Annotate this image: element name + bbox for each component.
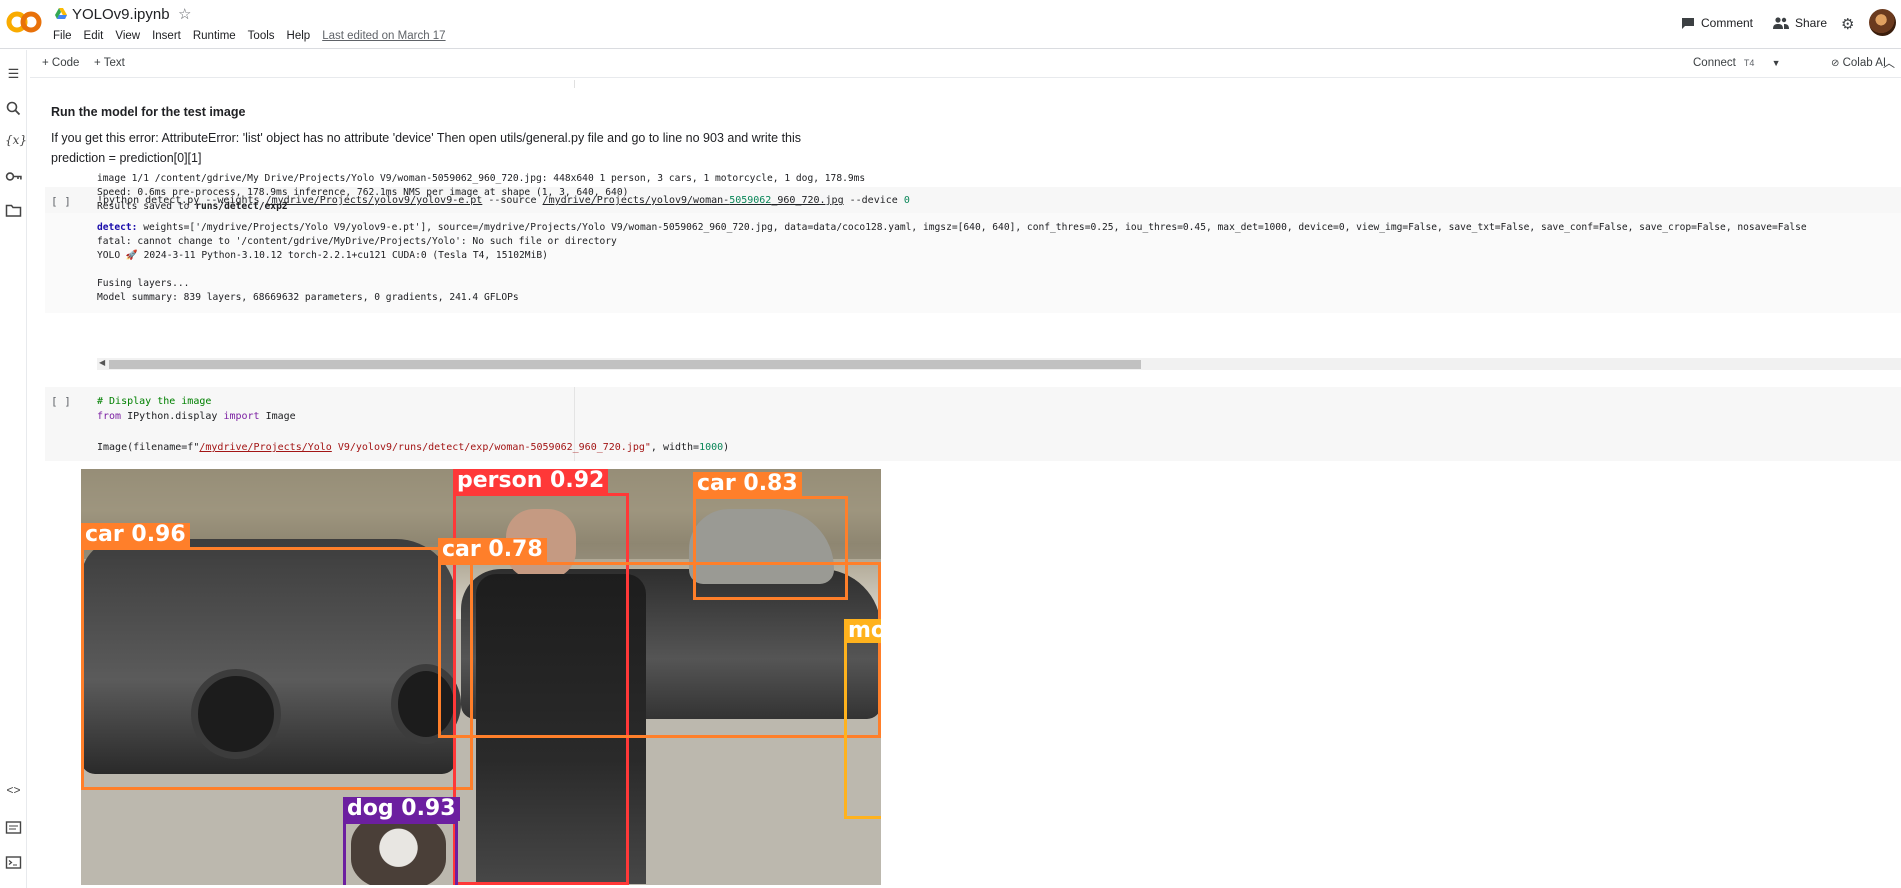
menu-tools[interactable]: Tools: [248, 30, 275, 42]
code-line-image-call[interactable]: Image(filename=f"/mydrive/Projects/Yolo …: [97, 442, 729, 453]
menu-insert[interactable]: Insert: [152, 30, 181, 42]
menu-view[interactable]: View: [115, 30, 140, 42]
label-car-far: car 0.83: [693, 472, 802, 496]
menu-file[interactable]: File: [53, 30, 72, 42]
connect-label: Connect: [1693, 57, 1736, 69]
cell-output-detect: detect: weights=['/mydrive/Projects/Yolo…: [45, 213, 1901, 313]
cell-divider: [574, 80, 575, 88]
drive-icon: [55, 8, 67, 19]
bbox-dog: [343, 821, 458, 885]
run-cell-button[interactable]: [ ]: [51, 195, 71, 208]
runtime-type: T4: [1743, 58, 1755, 68]
menu-runtime[interactable]: Runtime: [193, 30, 236, 42]
colab-ai-button[interactable]: ⊘ Colab AI: [1831, 57, 1886, 69]
code-line-import[interactable]: from IPython.display import Image: [97, 411, 296, 422]
colab-logo-icon[interactable]: [6, 10, 42, 34]
menu-bar: File Edit View Insert Runtime Tools Help…: [53, 30, 458, 42]
code-cell-display[interactable]: [ ] # Display the image from IPython.dis…: [45, 387, 1901, 461]
notebook-toolbar: + Code + Text Connect T4 ▼ ⊘ Colab AI ︿: [30, 50, 1901, 78]
output-line-yolo: YOLO 🚀 2024-3-11 Python-3.10.12 torch-2.…: [97, 250, 548, 261]
comment-button[interactable]: Comment: [1681, 16, 1753, 30]
code-line-comment[interactable]: # Display the image: [97, 396, 211, 407]
output-line-detect: detect: weights=['/mydrive/Projects/Yolo…: [97, 222, 1807, 233]
scroll-left-icon[interactable]: ◀: [99, 358, 105, 367]
files-folder-icon[interactable]: [5, 202, 22, 219]
avatar[interactable]: [1869, 9, 1896, 36]
left-rail: ☰ {x} <>: [0, 50, 27, 888]
toc-icon[interactable]: ☰: [5, 66, 22, 83]
label-motorcycle: mo: [844, 619, 881, 643]
bbox-motorcycle: [844, 629, 881, 819]
output-line-results: Results saved to runs/detect/exp2: [97, 201, 288, 212]
output-line-speed: Speed: 0.6ms pre-process, 178.9ms infere…: [97, 187, 629, 198]
code-snippets-icon[interactable]: <>: [5, 783, 22, 800]
run-cell-button-2[interactable]: [ ]: [51, 395, 71, 408]
bbox-car-back: [438, 562, 881, 738]
secrets-key-icon[interactable]: [5, 168, 22, 185]
label-car-back: car 0.78: [438, 538, 547, 562]
label-dog: dog 0.93: [343, 797, 460, 821]
menu-edit[interactable]: Edit: [84, 30, 104, 42]
colab-ai-icon: ⊘: [1831, 58, 1840, 69]
collapse-header-icon[interactable]: ︿: [1883, 54, 1895, 71]
bbox-car-left: [81, 547, 473, 790]
menu-help[interactable]: Help: [287, 30, 311, 42]
notebook-title[interactable]: YOLOv9.ipynb: [72, 6, 170, 23]
notebook-body: Run the model for the test image If you …: [28, 80, 1901, 885]
detection-output-image: car 0.96 person 0.92 car 0.83 car 0.78 m…: [81, 469, 881, 885]
connect-dropdown-icon[interactable]: ▼: [1772, 58, 1781, 68]
output-line-fusing: Fusing layers...: [97, 278, 190, 289]
label-car-left: car 0.96: [81, 523, 190, 547]
text-cell-paragraph: If you get this error: AttributeError: '…: [51, 131, 802, 145]
scrollbar-thumb[interactable]: [109, 360, 1141, 369]
share-icon: [1773, 17, 1789, 29]
colab-ai-label: Colab AI: [1842, 57, 1887, 69]
connect-button[interactable]: Connect T4 ▼: [1693, 57, 1780, 69]
variables-icon[interactable]: {x}: [5, 133, 27, 150]
command-palette-icon[interactable]: [5, 819, 22, 836]
last-edited-link[interactable]: Last edited on March 17: [322, 30, 445, 42]
label-person: person 0.92: [453, 469, 609, 493]
share-label: Share: [1795, 16, 1828, 30]
output-line-image: image 1/1 /content/gdrive/My Drive/Proje…: [97, 173, 866, 184]
terminal-icon[interactable]: [5, 854, 22, 871]
add-code-button[interactable]: + Code: [42, 57, 79, 69]
share-button[interactable]: Share: [1773, 16, 1827, 30]
output-line-summary: Model summary: 839 layers, 68669632 para…: [97, 292, 519, 303]
output-line-fatal: fatal: cannot change to '/content/gdrive…: [97, 236, 617, 247]
add-text-button[interactable]: + Text: [94, 57, 125, 69]
star-icon[interactable]: ☆: [178, 5, 191, 23]
comment-label: Comment: [1701, 16, 1754, 30]
settings-gear-icon[interactable]: ⚙: [1841, 15, 1854, 33]
app-header: YOLOv9.ipynb ☆ File Edit View Insert Run…: [0, 0, 1901, 49]
comment-icon: [1682, 17, 1694, 29]
output-horizontal-scrollbar[interactable]: ◀ ▶: [97, 358, 1901, 370]
text-cell-code-line: prediction = prediction[0][1]: [51, 151, 202, 165]
search-icon[interactable]: [5, 100, 22, 117]
text-cell-heading: Run the model for the test image: [51, 105, 246, 119]
